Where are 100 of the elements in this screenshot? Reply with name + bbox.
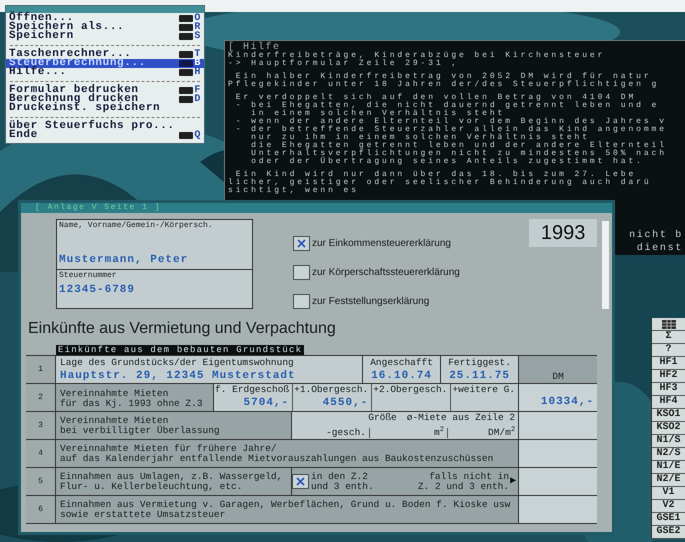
tax-number-field[interactable]: 12345-6789	[59, 282, 250, 298]
row-label: Vereinnahmte Mieten bei verbilligter Überlassung	[60, 416, 220, 436]
option-label: falls nicht in Z. 2 und 3 enth.	[418, 472, 510, 492]
help-text: - wenn der andere Elternteil vor dem Beginn des Jahres v	[234, 118, 667, 126]
toolbar-button[interactable]: V1	[652, 487, 685, 500]
menu-item[interactable]: Speichern S	[6, 32, 204, 41]
arrow-marker: ▶	[510, 475, 516, 489]
toolbar-button[interactable]: ?	[652, 344, 685, 357]
help-text: Kinderfreibeträge, Kinderabzüge bei Kirchensteuer	[228, 52, 606, 60]
toolbar-button[interactable]: KSO1	[652, 409, 685, 422]
toolbar-button[interactable]: KSO2	[652, 422, 685, 435]
value-field[interactable]: 16.10.74	[371, 368, 432, 384]
shortcut-letter: T	[194, 50, 201, 59]
toolbar-button[interactable]: Σ	[652, 331, 685, 344]
column-label: f. Erdgeschoß	[214, 385, 290, 395]
help-text: nur zu ihm in einem solchen Verhältnis steht	[250, 134, 590, 142]
toolbar-button[interactable]: N1/E	[652, 461, 685, 474]
scrollbar[interactable]	[602, 221, 610, 309]
field-label: Name, Vorname/Gemein-/Körpersch.	[59, 221, 214, 230]
amount-field[interactable]	[519, 440, 598, 467]
unit-field[interactable]: m$^{2}$	[370, 428, 448, 438]
row-label: Einnahmen aus Umlagen, z.B. Wassergeld, Flur- u. Kellerbeleuchtung, etc.	[60, 472, 282, 492]
column-label: Fertiggest.	[448, 358, 511, 368]
column-label: Größe	[368, 413, 397, 423]
toolbar-button[interactable]: HF3	[652, 383, 685, 396]
help-text: sichtigt, wenn es	[228, 187, 359, 195]
toolbar-button[interactable]: HF2	[652, 370, 685, 383]
key-icon	[179, 51, 194, 58]
help-text: - der betreffende Steuerzahler allein das Kind angenomme	[234, 126, 667, 134]
key-icon	[179, 96, 194, 103]
option-label: in den Z.2 und 3 enth.	[311, 472, 374, 492]
key-icon	[179, 87, 194, 94]
row-number: 3	[38, 420, 43, 432]
column-label: +weitere G.	[451, 385, 516, 395]
toolbar-button[interactable]: N2/E	[652, 474, 685, 487]
help-text: nicht b	[629, 231, 683, 240]
shortcut-letter: F	[194, 86, 201, 95]
toolbar-button[interactable]: N1/S	[652, 435, 685, 448]
help-text: oder der Übertragung seines Anteils zugestimmt hat.	[250, 158, 644, 166]
toolbar-button[interactable]: HF1	[652, 357, 685, 370]
checkbox-label: zur Körperschaftssteuererklärung	[312, 266, 460, 280]
name-field[interactable]: Mustermann, Peter	[59, 252, 250, 268]
help-text: dienst	[636, 244, 683, 253]
help-text: in einem solchen Verhältnis steht	[250, 110, 506, 118]
column-label: ø-Miete aus Zeile 2	[406, 413, 516, 423]
menu-item[interactable]: Druckeinst. speichern	[6, 104, 204, 113]
row-number: 4	[38, 448, 43, 460]
section-heading: Einkünfte aus Vermietung und Verpachtung	[28, 319, 336, 339]
toolbar-button[interactable]: V2	[652, 500, 685, 513]
value-field[interactable]: 25.11.75	[449, 368, 510, 384]
toolbar-button[interactable]: GSE2	[652, 526, 685, 539]
help-text: licher, geistiger oder seelischer Behinderung auch darü	[228, 179, 652, 187]
key-icon	[179, 15, 194, 22]
amount-field[interactable]	[519, 496, 598, 523]
toolbar-button[interactable]: GSE1	[652, 513, 685, 526]
column-label: +1.Obergesch.	[293, 385, 368, 395]
shortcut-letter: O	[194, 14, 201, 23]
shortcut-letter: R	[194, 23, 201, 32]
help-text: Ein halber Kinderfreibetrag von 2052 DM wird für natur	[236, 73, 652, 81]
help-text: Ein Kind wird nur dann über das 18. bis zum 27. Lebe	[236, 171, 636, 179]
value-field[interactable]: Hauptstr. 29, 12345 Musterstadt	[60, 368, 358, 384]
amount-field[interactable]	[519, 412, 598, 439]
row-label: Einnahmen aus Vermietung v. Garagen, Werbeflächen, Grund u. Boden f. Kioske usw sowie erstattete Umsatzsteuer	[60, 500, 510, 520]
grid-icon[interactable]	[662, 320, 676, 328]
checkbox-label: zur Feststellungserklärung	[312, 295, 430, 309]
row-label: Vereinnahmte Mieten für das Kj. 1993 ohne Z.3	[60, 389, 203, 409]
value-field[interactable]: 4550,-	[322, 395, 368, 412]
menu-item[interactable]: Hilfe... H	[6, 68, 204, 77]
toolbar-button[interactable]: N2/S	[652, 448, 685, 461]
help-text: -> Hauptformular Zeile 29-31 ,	[228, 60, 460, 68]
key-icon	[179, 60, 194, 67]
key-icon	[179, 33, 194, 40]
menu-item[interactable]: Ende Q	[6, 131, 204, 140]
unit-field[interactable]: -gesch.	[292, 428, 370, 438]
help-text: Unterhaltsverpflichtungen nicht zu mindestens 50% nach	[250, 150, 667, 158]
menu-item[interactable]: Steuerberechnung... B	[6, 59, 204, 68]
menu-item[interactable]: Speichern als... R	[6, 23, 204, 32]
column-label: +2.Obergesch.	[372, 385, 448, 395]
window-title: [ Hilfe	[228, 43, 281, 52]
checkbox[interactable]	[293, 236, 310, 251]
checkbox-label: zur Einkommensteuererklärung	[312, 237, 451, 251]
section-bar: Einkünfte aus dem bebauten Grundstück	[56, 345, 304, 355]
amount-field[interactable]	[519, 468, 598, 495]
year-box: 1993	[529, 219, 598, 247]
column-label: Angeschafft	[370, 358, 433, 368]
unit-field[interactable]: DM/m$^{2}$	[448, 428, 518, 438]
toolbar-button[interactable]: HF4	[652, 396, 685, 409]
shortcut-letter: B	[194, 59, 201, 68]
checkbox[interactable]	[292, 474, 309, 489]
cross-icon	[296, 477, 305, 486]
value-field[interactable]: 5704,-	[244, 395, 290, 412]
menu-item[interactable]: Taschenrechner... T	[6, 50, 204, 59]
checkbox[interactable]	[293, 265, 310, 280]
help-text: Er verdoppelt sich auf den vollen Betrag von 4104 DM	[234, 94, 636, 102]
help-text: Pflegekinder unter 18 Jahren der/des Steuerpflichtigen g	[228, 81, 660, 89]
checkbox[interactable]	[293, 294, 310, 309]
key-icon	[179, 69, 194, 76]
row-label: Vereinnahmte Mieten für frühere Jahre/ auf das Kalenderjahr entfallende Mietvorauszahlungen aus Baukostenzuschüssen	[60, 444, 494, 464]
row-number: 2	[38, 392, 43, 404]
cross-icon	[297, 239, 306, 248]
